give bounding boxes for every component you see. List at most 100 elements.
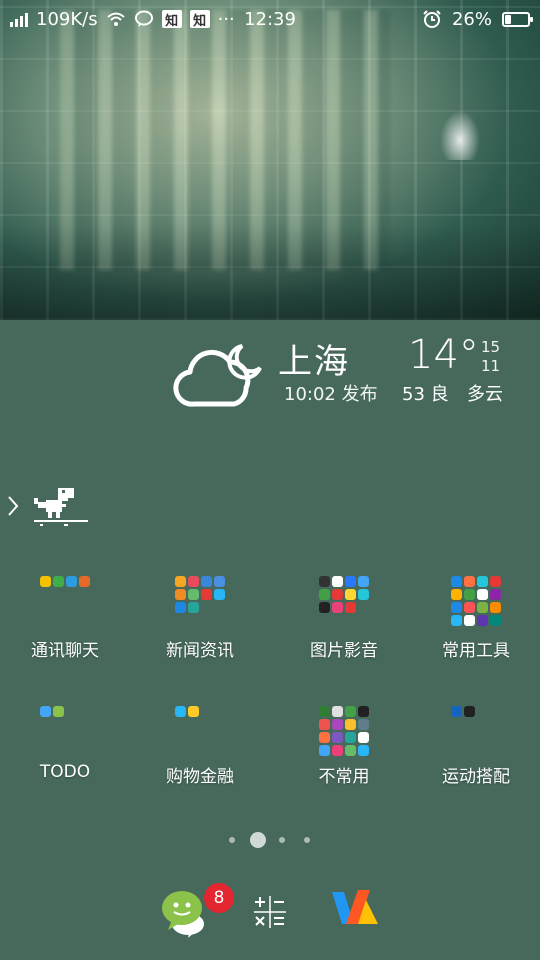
app-icon[interactable]: [328, 884, 388, 940]
folder-label: 不常用: [318, 767, 370, 787]
weather-low: 11: [481, 357, 501, 375]
app-thumbnail-icon: [319, 602, 330, 613]
app-thumbnail-icon: [53, 706, 64, 717]
app-thumbnail-icon: [188, 602, 199, 613]
folder-preview: [319, 576, 369, 613]
app-thumbnail-icon: [332, 589, 343, 600]
unread-badge: 8: [204, 883, 234, 913]
folder-misc[interactable]: 不常用: [279, 700, 409, 810]
app-thumbnail-icon: [40, 576, 51, 587]
wallpaper: [0, 0, 540, 320]
app-thumbnail-icon: [40, 706, 51, 717]
app-thumbnail-icon: [332, 732, 343, 743]
calculator-icon[interactable]: [252, 884, 312, 940]
folder-label: TODO: [39, 762, 91, 782]
battery-icon: [502, 11, 533, 27]
app-thumbnail-icon: [451, 589, 462, 600]
app-thumbnail-icon: [358, 576, 369, 587]
battery-percent: 26%: [451, 8, 492, 30]
app-thumbnail-icon: [358, 732, 369, 743]
battery-level: [505, 14, 511, 24]
app-thumbnail-icon: [490, 615, 501, 626]
app-thumbnail-icon: [79, 576, 90, 587]
folder-label: 图片影音: [310, 641, 378, 661]
app-thumbnail-icon: [175, 706, 186, 717]
app-thumbnail-icon: [319, 576, 330, 587]
app-thumbnail-icon: [464, 615, 475, 626]
app-thumbnail-icon: [175, 602, 186, 613]
folder-preview: [319, 706, 369, 756]
weather-city: 上海: [278, 342, 350, 382]
app-thumbnail-icon: [451, 615, 462, 626]
folder-preview: [40, 706, 90, 717]
page-dot[interactable]: [229, 837, 235, 843]
app-thumbnail-icon: [188, 589, 199, 600]
app-thumbnail-icon: [477, 589, 488, 600]
folder-preview: [40, 576, 90, 587]
weather-temperature: 14°: [408, 332, 479, 378]
app-thumbnail-icon: [66, 576, 77, 587]
app-thumbnail-icon: [451, 576, 462, 587]
more-notifications: ···: [217, 8, 235, 30]
app-thumbnail-icon: [490, 576, 501, 587]
page-indicator[interactable]: [0, 832, 540, 848]
chevron-right-icon[interactable]: [6, 494, 20, 518]
app-thumbnail-icon: [490, 589, 501, 600]
alarm-icon: [422, 10, 442, 28]
app-thumbnail-icon: [345, 745, 356, 756]
app-thumbnail-icon: [188, 576, 199, 587]
app-thumbnail-icon: [345, 732, 356, 743]
page-dot-active[interactable]: [250, 832, 266, 848]
page-dot[interactable]: [279, 837, 285, 843]
app-thumbnail-icon: [319, 745, 330, 756]
app-thumbnail-icon: [188, 706, 199, 717]
app-thumbnail-icon: [345, 576, 356, 587]
signal-icon: [10, 11, 28, 27]
app-thumbnail-icon: [490, 602, 501, 613]
air-quality: 53 良: [402, 384, 449, 405]
app-thumbnail-icon: [358, 719, 369, 730]
app-thumbnail-icon: [358, 706, 369, 717]
app-thumbnail-icon: [451, 706, 462, 717]
app-thumbnail-icon: [214, 589, 225, 600]
app-thumbnail-icon: [358, 589, 369, 600]
app-thumbnail-icon: [332, 719, 343, 730]
folder-todo[interactable]: TODO: [0, 700, 130, 810]
weather-high: 15: [481, 338, 501, 356]
zhihu-notification-icon: 知: [189, 10, 210, 29]
app-thumbnail-icon: [332, 745, 343, 756]
app-thumbnail-icon: [477, 602, 488, 613]
status-bar: 109K/s 知 知 ··· 12:39 26%: [0, 0, 540, 38]
app-thumbnail-icon: [345, 589, 356, 600]
app-thumbnail-icon: [477, 576, 488, 587]
app-thumbnail-icon: [345, 706, 356, 717]
page-dot[interactable]: [304, 837, 310, 843]
dino-icon[interactable]: [34, 486, 88, 526]
folder-tools[interactable]: 常用工具: [411, 570, 540, 680]
weather-widget[interactable]: 上海 10:02 发布 14° 15 11 53 良 多云: [0, 328, 540, 418]
app-thumbnail-icon: [358, 745, 369, 756]
folder-media[interactable]: 图片影音: [279, 570, 409, 680]
app-thumbnail-icon: [332, 576, 343, 587]
app-thumbnail-icon: [175, 576, 186, 587]
weather-condition: 多云: [467, 384, 503, 405]
app-thumbnail-icon: [345, 602, 356, 613]
app-thumbnail-icon: [332, 706, 343, 717]
app-thumbnail-icon: [319, 732, 330, 743]
folder-chat[interactable]: 通讯聊天: [0, 570, 130, 680]
app-thumbnail-icon: [464, 589, 475, 600]
app-thumbnail-icon: [53, 576, 64, 587]
folder-news[interactable]: 新闻资讯: [135, 570, 265, 680]
folder-preview: [451, 706, 501, 717]
folder-sports[interactable]: 运动搭配: [411, 700, 540, 810]
app-thumbnail-icon: [451, 602, 462, 613]
weather-range: 15 11: [481, 338, 500, 376]
folder-shopping[interactable]: 购物金融: [135, 700, 265, 810]
app-thumbnail-icon: [332, 602, 343, 613]
folder-label: 常用工具: [442, 641, 510, 661]
app-thumbnail-icon: [175, 589, 186, 600]
app-thumbnail-icon: [319, 589, 330, 600]
folder-label: 通讯聊天: [31, 641, 99, 661]
folder-label: 运动搭配: [442, 767, 510, 787]
wallpaper-shade: [0, 0, 540, 320]
